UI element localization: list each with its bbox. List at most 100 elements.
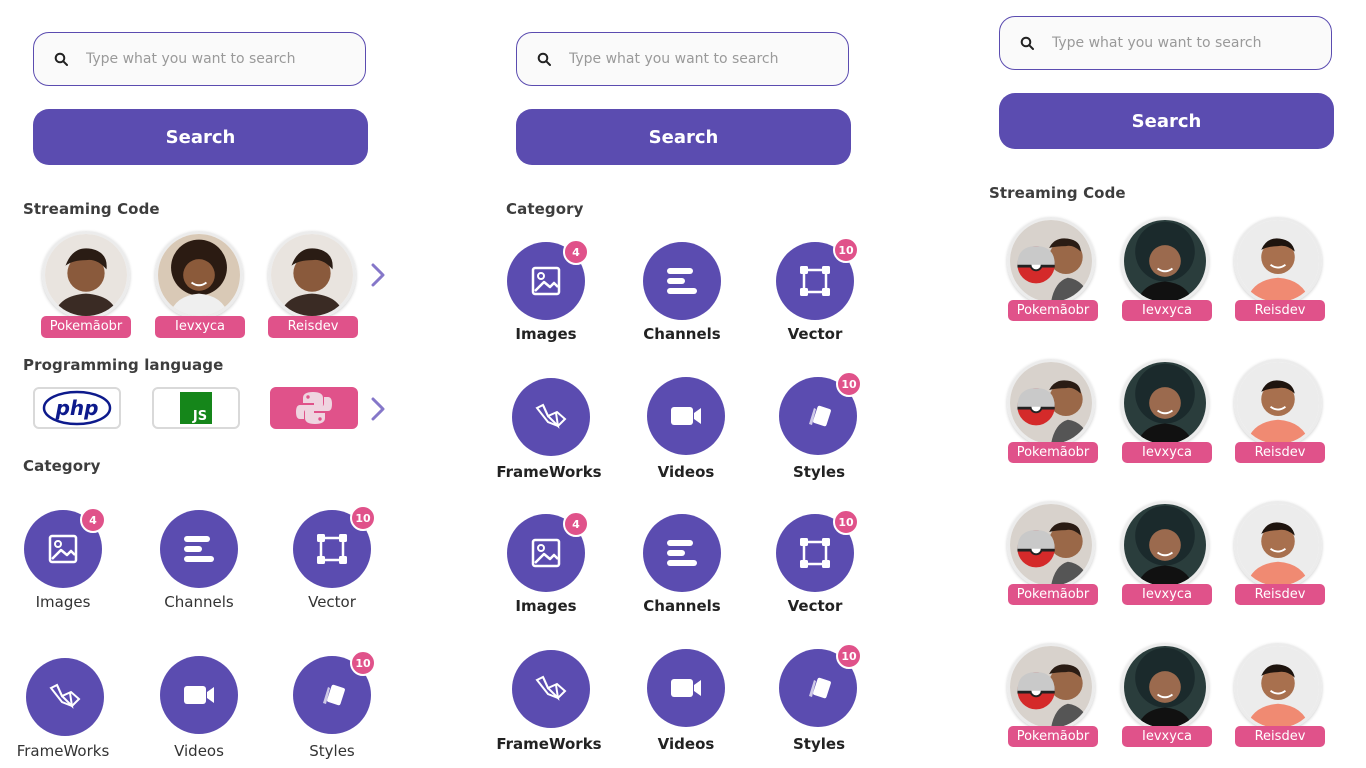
section-title-category: Category: [23, 457, 101, 475]
laravel-icon: [535, 675, 567, 701]
avatar[interactable]: [1007, 643, 1095, 731]
laravel-icon: [535, 403, 567, 429]
streamer-name-tag: Pokemãobr: [1008, 442, 1098, 463]
streamer-name-tag: Ievxyca: [1122, 584, 1212, 605]
streamer-name-tag: Reisdev: [1235, 300, 1325, 321]
avatar[interactable]: [155, 231, 243, 319]
avatar[interactable]: [1234, 643, 1322, 731]
category-frameworks-button[interactable]: [26, 658, 104, 736]
channels-icon: [667, 268, 697, 294]
channels-icon: [184, 536, 214, 562]
category-badge: 10: [833, 237, 859, 263]
search-input[interactable]: [569, 44, 819, 74]
category-label: Vector: [787, 325, 843, 343]
category-label: Videos: [657, 463, 715, 481]
category-badge: 10: [350, 505, 376, 531]
video-camera-icon: [184, 686, 214, 704]
category-label: Videos: [657, 735, 715, 753]
category-channels-button[interactable]: [643, 514, 721, 592]
category-label: Images: [515, 597, 577, 615]
section-title-streaming: Streaming Code: [23, 200, 160, 218]
avatar[interactable]: [1121, 359, 1209, 447]
category-label: Vector: [787, 597, 843, 615]
streamer-name-tag: Pokemãobr: [41, 316, 131, 338]
category-label: Images: [35, 593, 91, 611]
styles-icon: [809, 405, 831, 427]
category-label: FrameWorks: [16, 742, 110, 760]
search-button[interactable]: Search: [33, 109, 368, 165]
category-channels-button[interactable]: [643, 242, 721, 320]
category-badge: 4: [563, 239, 589, 265]
svg-text:JS: JS: [192, 409, 207, 424]
php-icon: php: [42, 390, 112, 426]
streamer-name-tag: Ievxyca: [1122, 300, 1212, 321]
chevron-right-icon[interactable]: [370, 396, 386, 422]
search-input[interactable]: [1052, 28, 1302, 58]
streamer-name-tag: Ievxyca: [155, 316, 245, 338]
streamer-name-tag: Pokemãobr: [1008, 300, 1098, 321]
category-channels-button[interactable]: [160, 510, 238, 588]
category-label: Channels: [643, 597, 721, 615]
avatar[interactable]: [268, 231, 356, 319]
category-badge: 4: [80, 507, 106, 533]
search-icon: [54, 52, 68, 66]
search-field[interactable]: [516, 32, 849, 86]
js-icon: JS: [180, 392, 212, 424]
section-title-streaming: Streaming Code: [989, 184, 1126, 202]
language-card-js[interactable]: JS: [152, 387, 240, 429]
category-videos-button[interactable]: [160, 656, 238, 734]
channels-icon: [667, 540, 697, 566]
category-label: FrameWorks: [496, 735, 602, 753]
streamer-name-tag: Reisdev: [1235, 726, 1325, 747]
search-button[interactable]: Search: [999, 93, 1334, 149]
vector-icon: [317, 534, 347, 564]
category-badge: 10: [836, 371, 862, 397]
language-card-python[interactable]: [270, 387, 358, 429]
vector-icon: [800, 266, 830, 296]
avatar[interactable]: [1007, 359, 1095, 447]
avatar[interactable]: [42, 231, 130, 319]
streamer-name-tag: Pokemãobr: [1008, 584, 1098, 605]
category-videos-button[interactable]: [647, 649, 725, 727]
search-field[interactable]: [33, 32, 366, 86]
streamer-name-tag: Reisdev: [1235, 442, 1325, 463]
search-button[interactable]: Search: [516, 109, 851, 165]
avatar[interactable]: [1234, 217, 1322, 305]
image-icon: [531, 538, 561, 568]
language-card-php[interactable]: php: [33, 387, 121, 429]
avatar[interactable]: [1121, 501, 1209, 589]
streamer-name-tag: Reisdev: [1235, 584, 1325, 605]
category-label: Channels: [164, 593, 234, 611]
category-label: Styles: [793, 735, 845, 753]
laravel-icon: [49, 683, 81, 709]
category-videos-button[interactable]: [647, 377, 725, 455]
streamer-name-tag: Ievxyca: [1122, 442, 1212, 463]
chevron-right-icon[interactable]: [370, 262, 386, 288]
avatar[interactable]: [1007, 217, 1095, 305]
avatar[interactable]: [1234, 359, 1322, 447]
category-badge: 10: [350, 650, 376, 676]
image-icon: [531, 266, 561, 296]
python-icon: [296, 392, 332, 424]
avatar[interactable]: [1121, 217, 1209, 305]
search-input[interactable]: [86, 44, 336, 74]
section-title-programming: Programming language: [23, 356, 224, 374]
category-badge: 10: [833, 509, 859, 535]
section-title-category: Category: [506, 200, 584, 218]
category-frameworks-button[interactable]: [512, 650, 590, 728]
avatar[interactable]: [1234, 501, 1322, 589]
streamer-name-tag: Ievxyca: [1122, 726, 1212, 747]
video-camera-icon: [671, 407, 701, 425]
video-camera-icon: [671, 679, 701, 697]
search-icon: [1020, 36, 1034, 50]
search-field[interactable]: [999, 16, 1332, 70]
styles-icon: [323, 684, 345, 706]
vector-icon: [800, 538, 830, 568]
avatar[interactable]: [1121, 643, 1209, 731]
category-badge: 4: [563, 511, 589, 537]
category-label: FrameWorks: [496, 463, 602, 481]
styles-icon: [809, 677, 831, 699]
avatar[interactable]: [1007, 501, 1095, 589]
streamer-name-tag: Reisdev: [268, 316, 358, 338]
category-frameworks-button[interactable]: [512, 378, 590, 456]
